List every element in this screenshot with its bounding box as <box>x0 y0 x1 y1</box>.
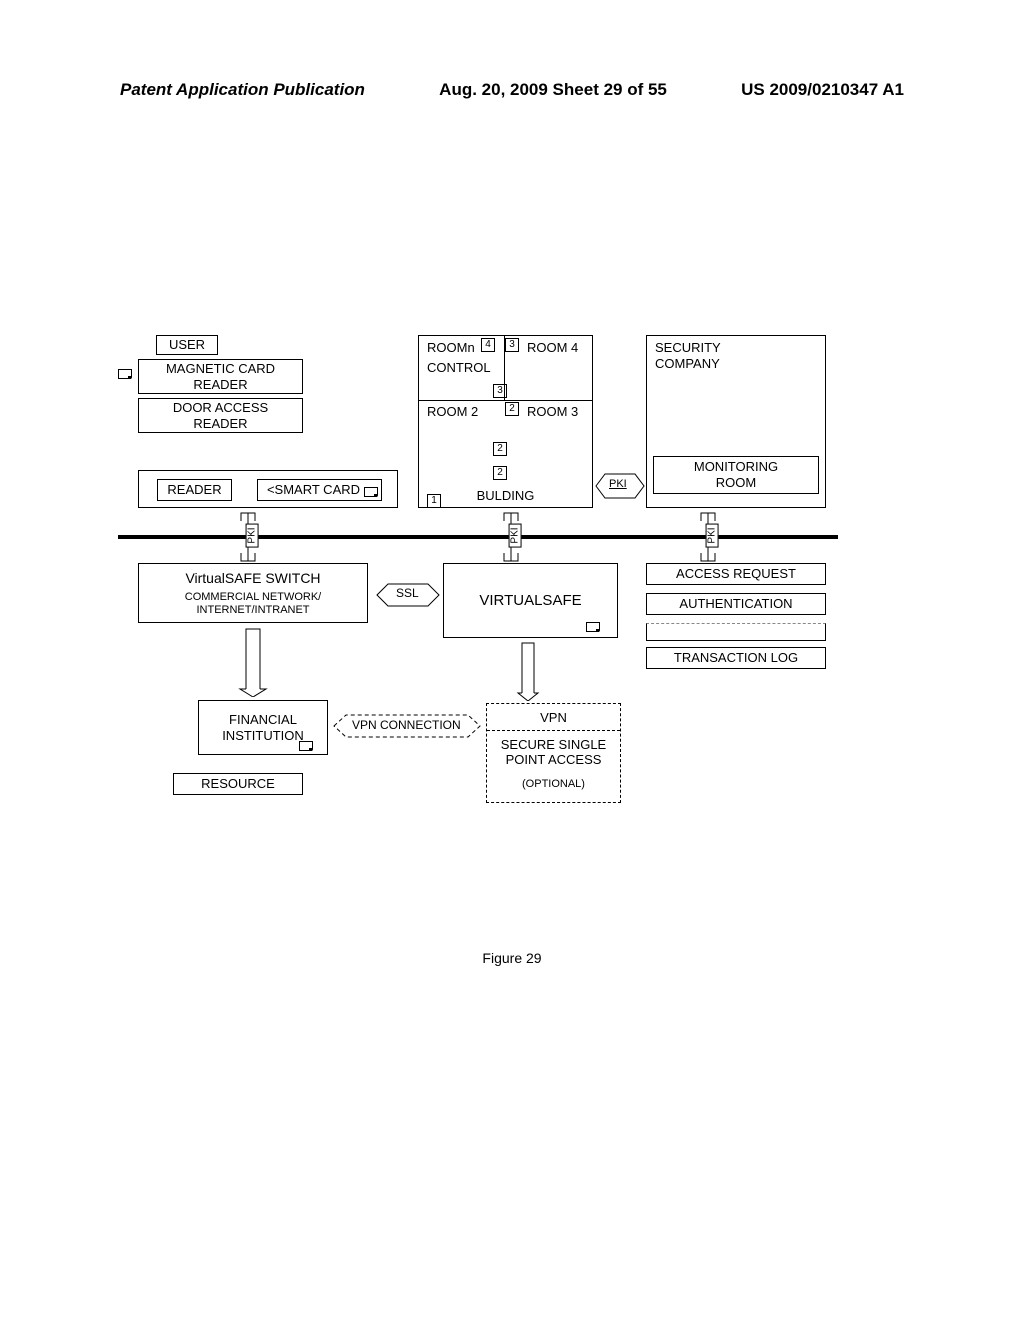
num-2c: 2 <box>493 466 507 480</box>
num-2b: 2 <box>493 442 507 456</box>
secure-single-label: SECURE SINGLE POINT ACCESS <box>487 737 620 768</box>
financial-card-icon <box>299 741 313 751</box>
monitoring-room-label: MONITORING ROOM <box>694 459 778 490</box>
pki-label-left: PKI <box>246 523 259 547</box>
num-1: 1 <box>427 494 441 508</box>
reader-group: READER <SMART CARD <box>138 470 398 508</box>
diagram-container: USER MAGNETIC CARD READER DOOR ACCESS RE… <box>118 335 838 895</box>
resource-box: RESOURCE <box>173 773 303 795</box>
monitoring-room-box: MONITORING ROOM <box>653 456 819 494</box>
vswitch-title: VirtualSAFE SWITCH <box>139 570 367 587</box>
vpn-box: VPN SECURE SINGLE POINT ACCESS (OPTIONAL… <box>486 703 621 803</box>
header-left: Patent Application Publication <box>120 80 365 100</box>
virtualsafe-box: VIRTUALSAFE <box>443 563 618 638</box>
access-request-box: ACCESS REQUEST <box>646 563 826 585</box>
user-label: USER <box>169 337 205 353</box>
down-arrow-left <box>238 627 268 697</box>
pki-label-center: PKI <box>509 523 522 547</box>
down-arrow-center <box>516 641 540 701</box>
auth-sub-box <box>646 623 826 641</box>
optional-label: (OPTIONAL) <box>487 778 620 791</box>
header-center: Aug. 20, 2009 Sheet 29 of 55 <box>439 80 667 100</box>
virtualsafe-card-icon <box>586 622 600 632</box>
virtualsafe-switch-box: VirtualSAFE SWITCH COMMERCIAL NETWORK/ I… <box>138 563 368 623</box>
virtualsafe-label: VIRTUALSAFE <box>479 592 581 610</box>
security-company-box: SECURITY COMPANY MONITORING ROOM <box>646 335 826 508</box>
smart-card-label: <SMART CARD <box>267 482 360 498</box>
mag-reader-label: MAGNETIC CARD READER <box>166 361 275 392</box>
building-label: BULDING <box>419 488 592 504</box>
authentication-label: AUTHENTICATION <box>679 596 792 612</box>
magnetic-card-reader-box: MAGNETIC CARD READER <box>138 359 303 394</box>
num-3a: 3 <box>505 338 519 352</box>
access-request-label: ACCESS REQUEST <box>676 566 796 582</box>
page-header: Patent Application Publication Aug. 20, … <box>0 80 1024 100</box>
thick-bar <box>118 535 838 539</box>
vswitch-sub: COMMERCIAL NETWORK/ INTERNET/INTRANET <box>139 591 367 617</box>
smart-card-icon <box>364 487 378 497</box>
roomn-label: ROOMn <box>427 340 475 356</box>
smart-card-box: <SMART CARD <box>257 479 382 501</box>
num-4a: 4 <box>481 338 495 352</box>
financial-institution-box: FINANCIAL INSTITUTION <box>198 700 328 755</box>
user-box: USER <box>156 335 218 355</box>
reader-box: READER <box>157 479 232 501</box>
financial-label: FINANCIAL INSTITUTION <box>222 712 304 743</box>
ssl-label: SSL <box>396 586 419 600</box>
control-label: CONTROL <box>427 360 491 376</box>
authentication-box: AUTHENTICATION <box>646 593 826 615</box>
building-box: ROOMn 4 3 ROOM 4 CONTROL 3 ROOM 2 2 ROOM… <box>418 335 593 508</box>
transaction-log-label: TRANSACTION LOG <box>674 650 798 666</box>
door-access-reader-box: DOOR ACCESS READER <box>138 398 303 433</box>
num-2a: 2 <box>505 402 519 416</box>
header-right: US 2009/0210347 A1 <box>741 80 904 100</box>
building-divider-h <box>419 400 592 401</box>
card-slot-icon <box>118 369 132 379</box>
pki-label-right: PKI <box>706 523 719 547</box>
pki-hex-label: PKI <box>609 478 627 491</box>
figure-caption: Figure 29 <box>0 950 1024 966</box>
room3-label: ROOM 3 <box>527 404 578 420</box>
vpn-divider <box>487 730 620 731</box>
resource-label: RESOURCE <box>201 776 275 792</box>
building-divider-v <box>504 336 505 400</box>
door-reader-label: DOOR ACCESS READER <box>173 400 268 431</box>
room4-label: ROOM 4 <box>527 340 578 356</box>
vpn-conn-label: VPN CONNECTION <box>352 718 461 732</box>
transaction-log-box: TRANSACTION LOG <box>646 647 826 669</box>
vpn-label: VPN <box>487 710 620 726</box>
security-company-label: SECURITY COMPANY <box>655 340 721 371</box>
room2-label: ROOM 2 <box>427 404 478 420</box>
reader-label: READER <box>167 482 221 498</box>
